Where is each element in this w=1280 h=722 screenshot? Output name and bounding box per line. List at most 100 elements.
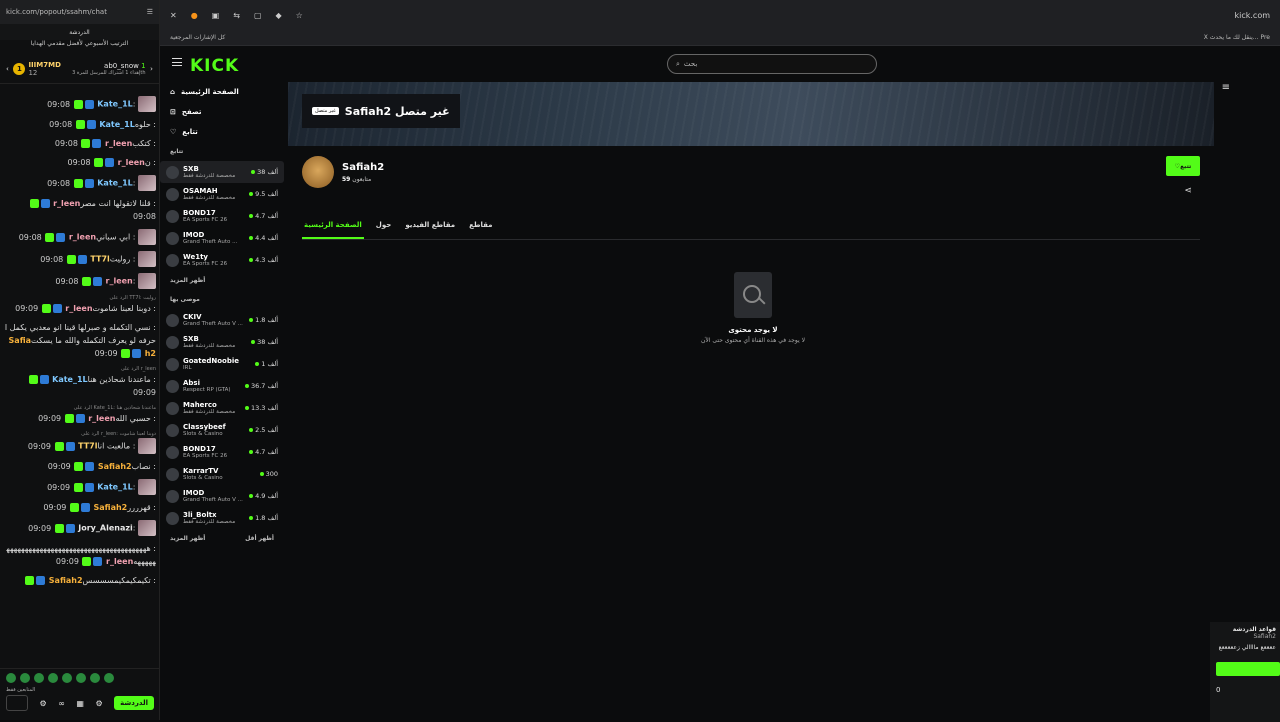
sidebar-channel[interactable]: IMOD Grand Theft Auto V ... 4.9 ألف	[160, 485, 284, 507]
nav-item[interactable]: ♡ تتابع	[160, 122, 284, 142]
sidebar-channel[interactable]: SXB مخصصة للدردشة فقط 38 ألف	[160, 161, 284, 183]
sidebar-channel[interactable]: KarrarTV Slots & Casino 300	[160, 463, 284, 485]
emote-icon[interactable]	[76, 673, 86, 683]
sidebar-channel[interactable]: BOND17 EA Sports FC 26 4.7 ألف	[160, 205, 284, 227]
channel-name: IMOD	[183, 488, 205, 497]
message-username[interactable]: Kate_1L	[97, 100, 133, 109]
sidebar-channel[interactable]: Maherco مخصصة للدردشة فقط 13.3 ألف	[160, 397, 284, 419]
tab-clips[interactable]: مقاطع	[467, 218, 494, 239]
gear-icon[interactable]: ⚙	[95, 699, 102, 708]
emote-icon[interactable]	[48, 673, 58, 683]
show-more-link[interactable]: أظهر المزيد	[170, 535, 205, 542]
message-username[interactable]: r_leen	[118, 158, 145, 167]
sidebar-channel[interactable]: Classybeef Slots & Casino 2.5 ألف	[160, 419, 284, 441]
message-username[interactable]: Kate_1L	[52, 375, 88, 384]
live-dot-icon	[249, 516, 254, 520]
badge-icon	[92, 276, 102, 286]
settings-icon[interactable]: ⚙	[40, 699, 47, 708]
badge-icon	[54, 523, 64, 533]
close-icon[interactable]: ✕	[170, 11, 177, 20]
channel-category: مخصصة للدردشة فقط	[183, 172, 236, 179]
people-icon[interactable]: ∞	[58, 699, 65, 708]
notice-close[interactable]: X	[1204, 34, 1208, 41]
message-username[interactable]: Safiah2	[49, 576, 83, 585]
kick-logo[interactable]: KICK	[190, 56, 239, 76]
message-username[interactable]: Kate_1L	[99, 120, 135, 129]
notice-text[interactable]: ينقل لك ما يحدث...	[1210, 34, 1259, 41]
pre-label[interactable]: Pre	[1260, 34, 1270, 41]
chevron-left-icon[interactable]: ‹	[6, 65, 9, 73]
hamburger-icon[interactable]	[172, 58, 182, 66]
message-username[interactable]: r_leen	[88, 414, 115, 423]
viewer-count: 38 ألف	[257, 168, 278, 176]
message-username[interactable]: r_leen	[106, 277, 133, 286]
sidebar-channel[interactable]: BOND17 EA Sports FC 26 4.7 ألف	[160, 441, 284, 463]
channel-profile: Safiah2 59 متابعون	[302, 156, 384, 188]
chat-input[interactable]	[6, 695, 28, 711]
emote-icon[interactable]	[90, 673, 100, 683]
emote-icon[interactable]	[6, 673, 16, 683]
badge-icon	[69, 503, 79, 512]
emote-icon[interactable]	[34, 673, 44, 683]
nav-item[interactable]: ⊡ تصفح	[160, 102, 284, 122]
extension-icon[interactable]: ●	[191, 11, 198, 20]
search-input[interactable]: ⌕ بحث	[667, 54, 877, 74]
menu-icon[interactable]: ☰	[147, 8, 153, 16]
sidebar-channel[interactable]: Absi Respect RP (GTA) 36.7 ألف	[160, 375, 284, 397]
all-bookmarks[interactable]: كل الإشارات المرجعية	[170, 34, 225, 41]
tab-about[interactable]: حول	[374, 218, 394, 239]
expand-chat-icon[interactable]: ≡	[1222, 82, 1230, 93]
message-username[interactable]: r_leen	[53, 199, 80, 208]
send-chat-button[interactable]: الدردشة	[114, 696, 154, 710]
follow-button[interactable]: ♡ تتبع	[1166, 156, 1200, 176]
channel-name[interactable]: Safiah2	[342, 162, 384, 173]
sidebar-channel[interactable]: OSAMAH مخصصة للدردشة فقط 9.5 ألف	[160, 183, 284, 205]
emote-icon[interactable]	[20, 673, 30, 683]
share-icon[interactable]: ⋖	[1184, 186, 1192, 196]
sidebar-channel[interactable]: CKIV Grand Theft Auto V ... 1.8 ألف	[160, 309, 284, 331]
show-less-link[interactable]: أظهر أقل	[245, 535, 274, 542]
accept-rules-button[interactable]	[1216, 662, 1280, 676]
live-dot-icon	[244, 384, 249, 388]
tab-videos[interactable]: مقاطع الفيديو	[403, 218, 457, 239]
badge-icon	[40, 199, 50, 208]
translate-icon[interactable]: ⇆	[233, 11, 240, 20]
message-username[interactable]: r_leen	[69, 233, 96, 242]
message-username[interactable]: Safiah2	[93, 503, 127, 512]
store-icon[interactable]: ▦	[76, 699, 84, 708]
chat-address-bar[interactable]: kick.com/popout/ssahm/chat ☰	[0, 0, 159, 24]
badge-icon	[66, 254, 76, 264]
chat-url[interactable]: kick.com/popout/ssahm/chat	[6, 8, 107, 16]
message-username[interactable]: TT7l	[78, 442, 97, 451]
emote-icon[interactable]	[104, 673, 114, 683]
avatar	[166, 511, 179, 525]
message-username[interactable]: Safiah2	[98, 462, 132, 471]
message-username[interactable]: r_leen	[106, 557, 133, 566]
show-more-link[interactable]: أظهر المزيد	[170, 277, 205, 284]
message-username[interactable]: r_leen	[105, 139, 132, 148]
message-username[interactable]: Kate_1L	[97, 483, 133, 492]
nav-item[interactable]: ⌂ الصفحة الرئيسية	[160, 82, 284, 102]
sidebar-channel[interactable]: We1ty EA Sports FC 26 4.3 ألف	[160, 249, 284, 271]
star-icon[interactable]: ☆	[296, 11, 303, 20]
chat-message: : هههههههههههههههههههههههههههههههههههههه…	[4, 542, 156, 568]
emote-icon[interactable]	[62, 673, 72, 683]
window-icon[interactable]: ▢	[254, 11, 262, 20]
tab-icon[interactable]: ▣	[212, 11, 220, 20]
tab-home[interactable]: الصفحة الرئيسية	[302, 218, 364, 239]
sidebar-channel[interactable]: 3li_Boltx مخصصة للدردشة فقط 1.8 ألف	[160, 507, 284, 529]
diamond-icon[interactable]: ◆	[276, 11, 282, 20]
message-username[interactable]: r_leen	[65, 304, 92, 313]
channel-category: Slots & Casino	[183, 474, 223, 481]
browser-domain[interactable]: kick.com	[1234, 11, 1270, 20]
avatar	[166, 357, 179, 371]
sidebar-channel[interactable]: SXB مخصصة للدردشة فقط 38 ألف	[160, 331, 284, 353]
avatar	[166, 187, 179, 201]
message-username[interactable]: TT7l	[90, 255, 109, 264]
message-username[interactable]: Jory_Alenazi	[78, 524, 132, 533]
sidebar-channel[interactable]: GoatedNoobie IRL 1 ألف	[160, 353, 284, 375]
message-username[interactable]: Kate_1L	[97, 179, 133, 188]
avatar[interactable]	[302, 156, 334, 188]
sidebar-channel[interactable]: IMOD Grand Theft Auto ... 4.4 ألف	[160, 227, 284, 249]
chevron-right-icon[interactable]: ›	[150, 65, 153, 73]
